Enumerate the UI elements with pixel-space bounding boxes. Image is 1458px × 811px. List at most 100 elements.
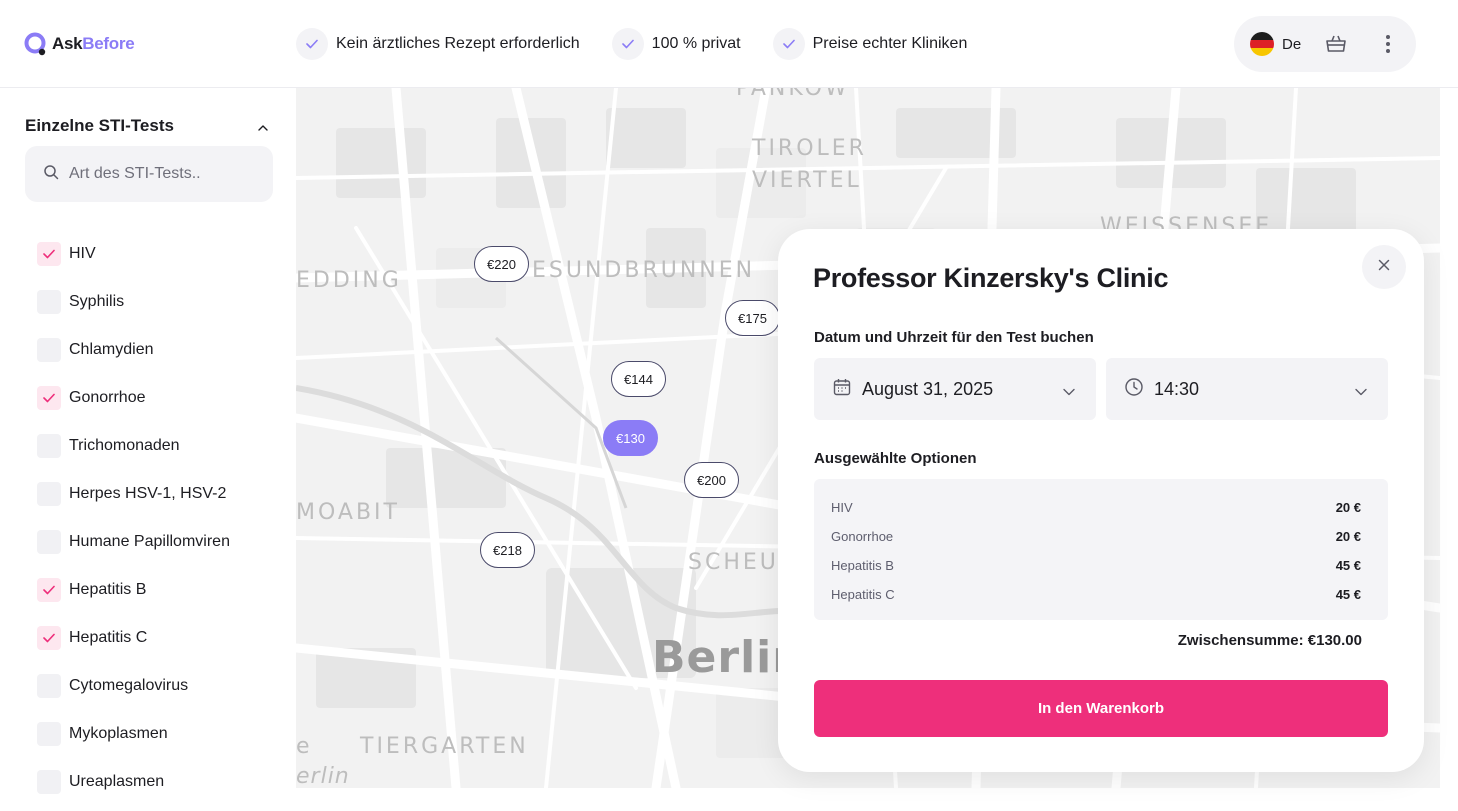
- close-icon: [1378, 258, 1390, 276]
- checkbox-mykoplasmen[interactable]: Mykoplasmen: [37, 710, 230, 758]
- checkbox-box: [37, 530, 61, 554]
- feature-item: Kein ärztliches Rezept erforderlich: [296, 28, 580, 60]
- checkmark-icon: [37, 578, 61, 602]
- price-pin-selected[interactable]: €130: [603, 420, 658, 456]
- feature-item: Preise echter Kliniken: [772, 28, 968, 60]
- chevron-up-icon[interactable]: [256, 120, 270, 131]
- option-price: 20 €: [1335, 528, 1361, 544]
- price-pin[interactable]: €144: [611, 361, 666, 397]
- checkmark-icon: [37, 242, 61, 266]
- checkbox-herpes[interactable]: Herpes HSV-1, HSV-2: [37, 470, 230, 518]
- price-pin[interactable]: €175: [725, 300, 780, 336]
- map-label-berlin-small: erlin: [296, 764, 350, 788]
- more-vertical-icon[interactable]: [1384, 32, 1392, 56]
- map-label-moabit: MOABIT: [296, 500, 400, 525]
- option-name: Hepatitis B: [831, 557, 894, 573]
- checkbox-label: Herpes HSV-1, HSV-2: [69, 485, 227, 502]
- checkbox-box: [37, 722, 61, 746]
- checkbox-label: Humane Papillomviren: [69, 533, 230, 550]
- option-price: 45 €: [1335, 586, 1361, 602]
- calendar-icon: [832, 377, 852, 402]
- checkbox-label: Hepatitis C: [69, 629, 148, 646]
- clinic-title: Professor Kinzersky's Clinic: [813, 263, 1169, 293]
- checkbox-box: [37, 338, 61, 362]
- option-price: 45 €: [1335, 557, 1361, 573]
- map-label-viertel: VIERTEL: [752, 168, 862, 193]
- top-header: AskBefore Kein ärztliches Rezept erforde…: [0, 0, 1458, 88]
- sti-test-list: HIV Syphilis Chlamydien Gonorrhoe Tricho…: [37, 230, 230, 806]
- map-label-pankow: PANKOW: [736, 88, 850, 101]
- date-select[interactable]: August 31, 2025: [814, 358, 1096, 420]
- feature-label: 100 % privat: [651, 35, 741, 52]
- booking-label: Datum und Uhrzeit für den Test buchen: [814, 329, 1094, 346]
- checkbox-box: [37, 482, 61, 506]
- date-value: August 31, 2025: [862, 378, 994, 399]
- map-label-tiroler: TIROLER: [752, 136, 867, 161]
- add-to-cart-button[interactable]: In den Warenkorb: [814, 680, 1388, 737]
- checkbox-label: Hepatitis B: [69, 581, 147, 598]
- feature-label: Kein ärztliches Rezept erforderlich: [336, 35, 580, 52]
- option-row: Hepatitis B 45 €: [831, 555, 1361, 575]
- checkbox-syphilis[interactable]: Syphilis: [37, 278, 230, 326]
- checkbox-trichomonaden[interactable]: Trichomonaden: [37, 422, 230, 470]
- map-label-tiergarten: TIERGARTEN: [360, 734, 529, 759]
- time-select[interactable]: 14:30: [1106, 358, 1388, 420]
- price-pin[interactable]: €200: [684, 462, 739, 498]
- checkmark-icon: [37, 626, 61, 650]
- logo-text-before: Before: [82, 34, 135, 53]
- search-input[interactable]: [69, 165, 259, 183]
- checkbox-label: Syphilis: [69, 293, 125, 310]
- germany-flag-icon: [1250, 32, 1274, 56]
- feature-label: Preise echter Kliniken: [812, 35, 968, 52]
- check-icon: [772, 28, 805, 60]
- checkbox-label: Cytomegalovirus: [69, 677, 189, 694]
- checkbox-label: Gonorrhoe: [69, 389, 146, 406]
- checkbox-box: [37, 770, 61, 794]
- checkbox-chlamydien[interactable]: Chlamydien: [37, 326, 230, 374]
- map-label-edge: e: [296, 734, 313, 759]
- chevron-down-icon: [1354, 384, 1368, 402]
- checkbox-box: [37, 290, 61, 314]
- checkbox-box: [37, 674, 61, 698]
- time-value: 14:30: [1154, 378, 1200, 399]
- checkbox-label: Mykoplasmen: [69, 725, 168, 742]
- option-row: Hepatitis C 45 €: [831, 584, 1361, 604]
- checkbox-label: Trichomonaden: [69, 437, 180, 454]
- options-label: Ausgewählte Optionen: [814, 450, 977, 467]
- price-pin[interactable]: €218: [480, 532, 535, 568]
- logo-text-ask: Ask: [52, 34, 83, 53]
- clock-icon: [1124, 377, 1144, 402]
- checkbox-label: Chlamydien: [69, 341, 154, 358]
- logo-text: AskBefore: [52, 34, 135, 54]
- header-actions: De: [1234, 16, 1416, 72]
- close-button[interactable]: [1362, 245, 1406, 289]
- chevron-down-icon: [1062, 384, 1076, 402]
- option-name: Hepatitis C: [831, 586, 895, 602]
- search-icon: [43, 164, 59, 185]
- feature-list: Kein ärztliches Rezept erforderlich 100 …: [296, 28, 967, 60]
- checkbox-box: [37, 434, 61, 458]
- option-price: 20 €: [1335, 499, 1361, 515]
- filter-sidebar: Einzelne STI-Tests HIV Syphilis Chlamydi…: [0, 88, 296, 811]
- checkbox-label: Ureaplasmen: [69, 773, 165, 790]
- checkmark-icon: [37, 386, 61, 410]
- checkbox-hepatitis-b[interactable]: Hepatitis B: [37, 566, 230, 614]
- checkbox-label: HIV: [69, 245, 96, 262]
- checkbox-cytomegalovirus[interactable]: Cytomegalovirus: [37, 662, 230, 710]
- check-icon: [296, 28, 328, 60]
- selected-options-list: HIV 20 € Gonorrhoe 20 € Hepatitis B 45 €…: [814, 479, 1388, 620]
- checkbox-hpv[interactable]: Humane Papillomviren: [37, 518, 230, 566]
- test-search: [25, 146, 273, 202]
- checkbox-hepatitis-c[interactable]: Hepatitis C: [37, 614, 230, 662]
- option-name: Gonorrhoe: [831, 528, 894, 544]
- option-row: HIV 20 €: [831, 497, 1361, 517]
- language-switcher[interactable]: De: [1250, 32, 1301, 56]
- price-pin[interactable]: €220: [474, 246, 529, 282]
- logo[interactable]: AskBefore: [24, 32, 135, 56]
- checkbox-ureaplasmen[interactable]: Ureaplasmen: [37, 758, 230, 806]
- logo-icon: [24, 32, 48, 56]
- clinic-booking-modal: Professor Kinzersky's Clinic Datum und U…: [778, 229, 1424, 772]
- checkbox-gonorrhoe[interactable]: Gonorrhoe: [37, 374, 230, 422]
- basket-icon[interactable]: [1324, 32, 1348, 56]
- checkbox-hiv[interactable]: HIV: [37, 230, 230, 278]
